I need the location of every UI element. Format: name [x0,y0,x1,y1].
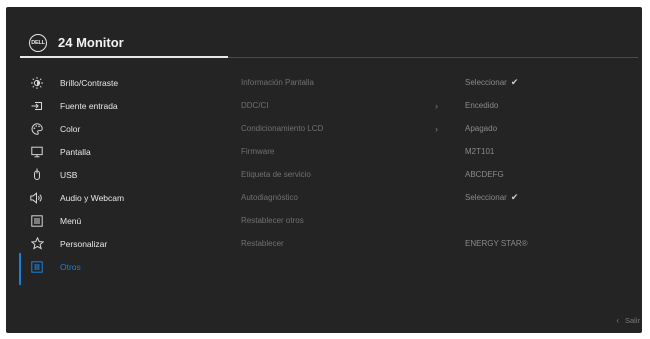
brightness-icon [30,76,44,90]
sidebar-item-label: Pantalla [60,146,91,157]
sidebar-item-brightness-contrast[interactable]: Brillo/Contraste [6,71,236,94]
header-underline [20,56,228,58]
value-energy-star: ENERGY STAR® [465,232,528,255]
submenu-item-label: Condicionamiento LCD [241,124,324,133]
sidebar-item-label: Personalizar [60,238,108,249]
submenu-item-reset[interactable]: Restablecer [241,232,471,255]
value-text: Seleccionar [465,78,507,87]
dell-logo: DELL [29,34,47,52]
value-display-info[interactable]: Seleccionar ✔ [465,71,518,94]
chevron-right-icon: › [435,123,438,134]
sidebar-item-others[interactable]: Otros [6,255,236,278]
value-text: Apagado [465,124,498,133]
monitor-title: 24 Monitor [58,35,124,50]
sidebar-item-label: Color [60,123,81,134]
sidebar-item-label: Otros [60,261,81,272]
submenu-item-service-tag: Etiqueta de servicio [241,163,471,186]
value-self-diagnostic[interactable]: Seleccionar ✔ [465,186,518,209]
sidebar-item-menu[interactable]: Menú [6,209,236,232]
submenu-item-label: Información Pantalla [241,78,314,87]
sidebar-item-label: Fuente entrada [60,100,118,111]
sidebar-item-label: USB [60,169,78,180]
display-icon [30,145,44,159]
submenu-item-ddc-ci[interactable]: DDC/CI › [241,94,471,117]
checkmark-icon: ✔ [510,192,519,202]
sidebar-item-input-source[interactable]: Fuente entrada [6,94,236,117]
submenu-item-label: Restablecer otros [241,216,304,225]
menu-icon [30,214,44,228]
exit-label: Salir [624,316,640,325]
value-ddc-ci: Encedido [465,94,498,117]
submenu-item-label: DDC/CI [241,101,269,110]
value-text: ENERGY STAR® [465,239,528,248]
value-text: Seleccionar [465,193,507,202]
submenu-item-display-info[interactable]: Información Pantalla [241,71,471,94]
sidebar-item-label: Audio y Webcam [60,192,125,203]
value-text: M2T101 [465,147,495,156]
value-lcd-conditioning: Apagado [465,117,497,140]
speaker-icon [30,191,44,205]
submenu-item-reset-others[interactable]: Restablecer otros [241,209,471,232]
star-icon [30,237,44,251]
sidebar-item-personalize[interactable]: Personalizar [6,232,236,255]
value-service-tag: ABCDEFG [465,163,504,186]
sidebar-item-label: Brillo/Contraste [60,77,119,88]
submenu-item-lcd-conditioning[interactable]: Condicionamiento LCD › [241,117,471,140]
value-text: ABCDEFG [465,170,504,179]
checkmark-icon: ✔ [510,77,519,87]
submenu-item-firmware: Firmware [241,140,471,163]
submenu-item-label: Restablecer [241,239,284,248]
exit-button[interactable]: ‹ Salir [616,316,640,325]
sidebar-item-label: Menú [60,215,82,226]
sidebar-item-audio-webcam[interactable]: Audio y Webcam [6,186,236,209]
sidebar-item-display[interactable]: Pantalla [6,140,236,163]
value-text: Encedido [465,101,499,110]
osd-menu: DELL 24 Monitor Brillo/Contraste Fuente … [6,7,642,333]
submenu-item-self-diagnostic[interactable]: Autodiagnóstico [241,186,471,209]
input-source-icon [30,99,44,113]
sidebar-item-usb[interactable]: USB [6,163,236,186]
sidebar-item-color[interactable]: Color [6,117,236,140]
chevron-left-icon: ‹ [616,316,619,325]
color-palette-icon [30,122,44,136]
value-firmware: M2T101 [465,140,494,163]
chevron-right-icon: › [435,100,438,111]
others-icon [30,260,44,274]
submenu-item-label: Firmware [241,147,275,156]
submenu-item-label: Etiqueta de servicio [241,170,311,179]
submenu-item-label: Autodiagnóstico [241,193,298,202]
usb-icon [30,168,44,182]
osd-header: DELL 24 Monitor [6,7,642,61]
